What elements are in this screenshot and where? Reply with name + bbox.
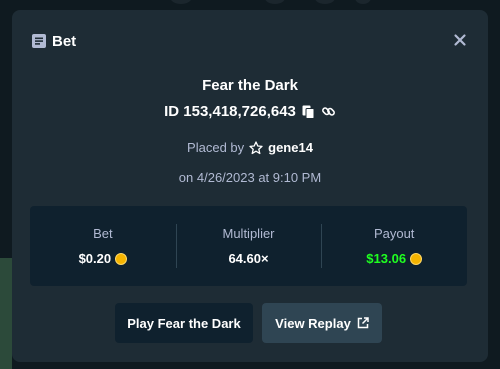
external-link-icon [357, 317, 369, 329]
stat-value: $13.06 [366, 251, 423, 266]
close-icon[interactable] [452, 32, 468, 48]
background-blob [355, 0, 371, 4]
bet-id: ID 153,418,726,643 [164, 103, 296, 120]
username[interactable]: gene14 [268, 140, 313, 155]
bet-ticket-icon [32, 34, 46, 48]
stat-value: $0.20 [79, 251, 128, 266]
view-replay-label: View Replay [275, 315, 351, 331]
stat-bet: Bet $0.20 [30, 206, 176, 286]
view-replay-button[interactable]: View Replay [262, 303, 382, 343]
coin-icon [115, 252, 128, 265]
placed-by-row: Placed by gene14 [12, 140, 488, 155]
stat-value: 64.60× [228, 251, 268, 266]
bet-id-row: ID 153,418,726,643 [12, 103, 488, 120]
bet-date: on 4/26/2023 at 9:10 PM [178, 170, 322, 185]
bet-amount: $0.20 [78, 251, 112, 266]
star-icon [249, 140, 263, 155]
play-game-label: Play Fear the Dark [127, 315, 241, 331]
stat-multiplier: Multiplier 64.60× [175, 206, 322, 286]
background-blob [170, 0, 192, 4]
payout-amount: $13.06 [366, 251, 407, 266]
close-button[interactable] [452, 32, 468, 48]
play-game-button[interactable]: Play Fear the Dark [115, 303, 253, 343]
bet-details-modal: Bet Fear the Dark ID 153,418,726,643 Pla… [12, 10, 488, 362]
coin-icon [410, 252, 423, 265]
stat-label: Multiplier [222, 226, 275, 241]
background-game-art [0, 258, 12, 369]
modal-title: Bet [52, 33, 77, 50]
link-icon[interactable] [321, 104, 336, 119]
multiplier-value: 64.60× [228, 251, 269, 266]
stat-label: Bet [93, 226, 113, 241]
placed-by-label: Placed by [187, 140, 245, 155]
background-blob [265, 0, 285, 4]
bet-stats-panel: Bet $0.20 Multiplier 64.60× Payout $13.0… [30, 206, 467, 286]
stat-label: Payout [373, 226, 415, 241]
background-blob [315, 0, 335, 4]
game-title: Fear the Dark [202, 77, 298, 94]
stat-payout: Payout $13.06 [321, 206, 467, 286]
copy-icon[interactable] [302, 105, 315, 119]
